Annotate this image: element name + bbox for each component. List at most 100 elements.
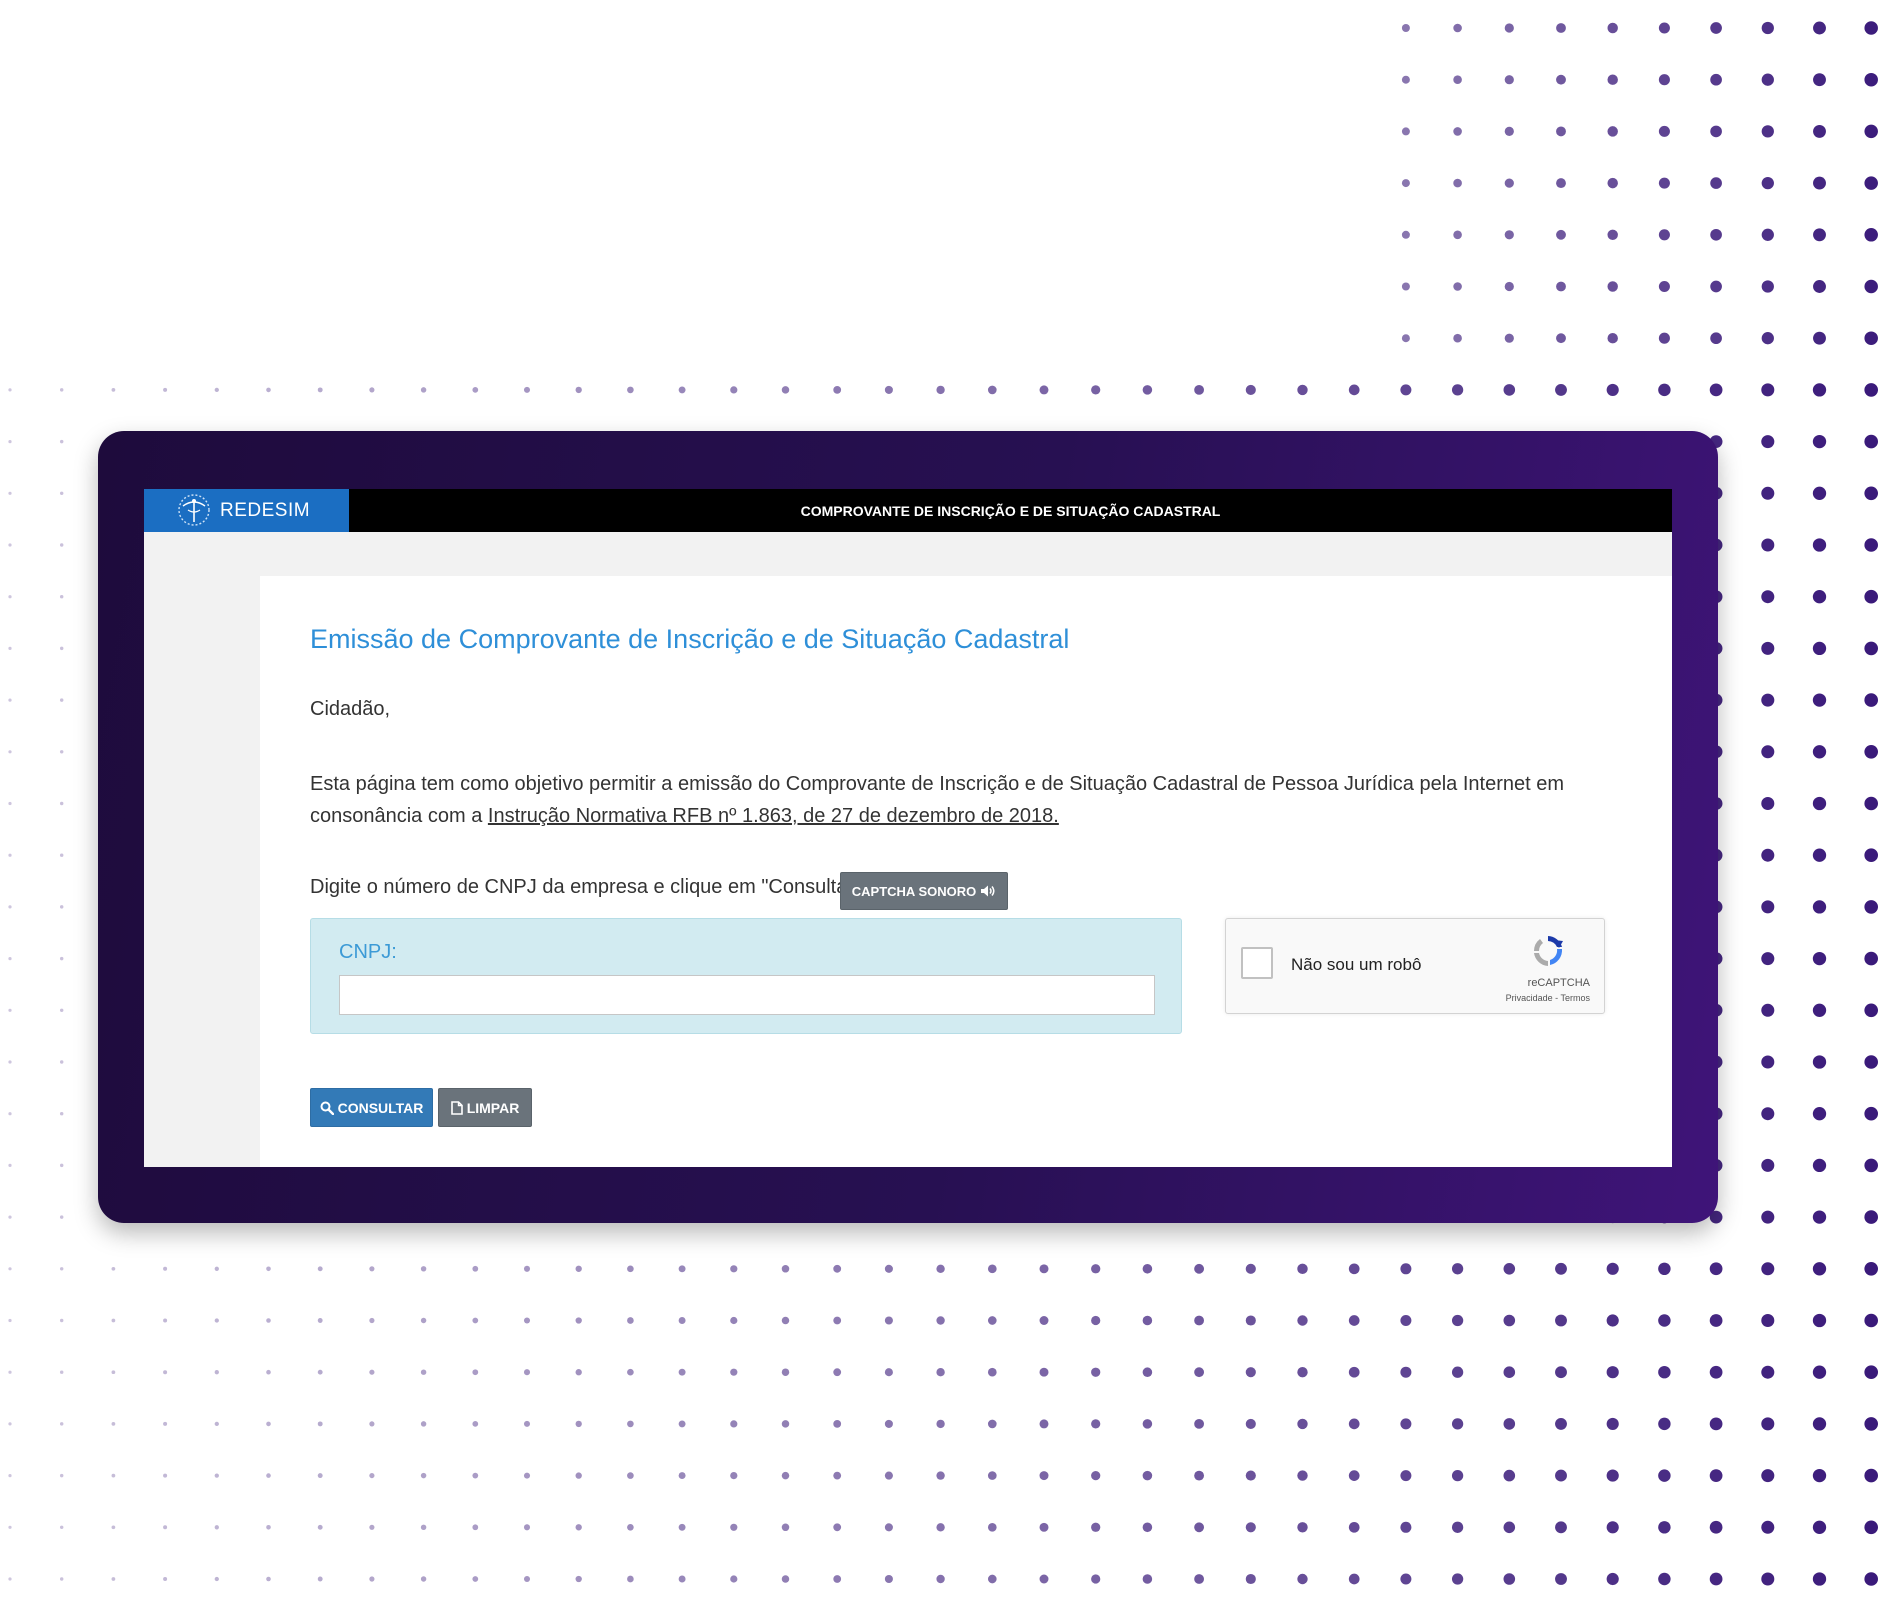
background-dot bbox=[266, 1369, 271, 1375]
background-dot bbox=[575, 1524, 582, 1531]
background-dot bbox=[1091, 1264, 1101, 1274]
background-dot bbox=[1864, 693, 1878, 707]
background-dot bbox=[59, 1111, 64, 1116]
background-dot bbox=[1864, 538, 1878, 552]
limpar-button[interactable]: LIMPAR bbox=[438, 1088, 532, 1127]
recaptcha-checkbox[interactable] bbox=[1241, 947, 1273, 979]
background-dot bbox=[1761, 745, 1775, 759]
background-dot bbox=[8, 646, 12, 651]
background-dot bbox=[1142, 1574, 1153, 1584]
browser-screen: REDESIM COMPROVANTE DE INSCRIÇÃO E DE SI… bbox=[144, 489, 1672, 1167]
background-dot bbox=[1245, 1315, 1256, 1326]
background-dot bbox=[1658, 1262, 1671, 1276]
background-dot bbox=[1607, 74, 1618, 85]
background-dot bbox=[1864, 589, 1878, 604]
background-dot bbox=[420, 1266, 427, 1272]
background-dot bbox=[1194, 1522, 1205, 1533]
background-dot bbox=[266, 1266, 271, 1272]
background-dot bbox=[1142, 1470, 1153, 1481]
background-dot bbox=[369, 1524, 375, 1530]
background-dot bbox=[1245, 1418, 1256, 1429]
speaker-icon bbox=[981, 885, 995, 897]
recaptcha-logo-icon bbox=[1534, 936, 1563, 966]
background-dot bbox=[1606, 1262, 1619, 1275]
background-dot bbox=[1812, 848, 1827, 862]
background-dot bbox=[1709, 1262, 1723, 1276]
background-dot bbox=[163, 1421, 168, 1426]
background-dot bbox=[1813, 21, 1826, 35]
background-dot bbox=[1812, 1468, 1827, 1483]
background-dot bbox=[781, 1316, 790, 1325]
background-dot bbox=[1556, 333, 1566, 344]
background-dot bbox=[1761, 486, 1775, 500]
background-dot bbox=[111, 1525, 116, 1530]
consultar-button[interactable]: CONSULTAR bbox=[310, 1088, 433, 1127]
background-dot bbox=[369, 1317, 375, 1324]
background-dot bbox=[1864, 72, 1878, 87]
brand-logo[interactable]: REDESIM bbox=[144, 489, 349, 532]
background-dot bbox=[59, 1525, 64, 1530]
background-dot bbox=[1864, 1262, 1878, 1276]
recaptcha-links[interactable]: Privacidade - Termos bbox=[1506, 993, 1590, 1003]
background-dot bbox=[1761, 848, 1775, 862]
background-dot bbox=[1400, 1263, 1412, 1275]
background-dot bbox=[781, 1523, 790, 1532]
background-dot bbox=[1812, 1572, 1827, 1586]
background-dot bbox=[59, 956, 64, 961]
background-dot bbox=[420, 1317, 427, 1324]
background-dot bbox=[1401, 230, 1410, 239]
background-dot bbox=[369, 1421, 375, 1427]
background-dot bbox=[884, 1368, 893, 1377]
background-dot bbox=[730, 1471, 738, 1480]
background-dot bbox=[781, 1471, 790, 1480]
background-dot bbox=[1451, 1573, 1464, 1585]
normative-instruction-link[interactable]: Instrução Normativa RFB nº 1.863, de 27 … bbox=[488, 805, 1059, 827]
background-dot bbox=[1400, 1521, 1412, 1533]
background-dot bbox=[1348, 1573, 1360, 1585]
audio-captcha-button[interactable]: CAPTCHA SONORO bbox=[840, 872, 1008, 910]
background-dot bbox=[1556, 126, 1566, 137]
background-dot bbox=[730, 1575, 738, 1583]
background-dot bbox=[1504, 126, 1514, 137]
background-dot bbox=[730, 1316, 738, 1325]
background-dot bbox=[266, 1576, 271, 1582]
background-dot bbox=[1606, 1417, 1619, 1430]
background-dot bbox=[1761, 1520, 1775, 1534]
background-dot bbox=[317, 387, 323, 393]
background-dot bbox=[1864, 124, 1878, 139]
background-dot bbox=[1400, 1573, 1412, 1585]
background-dot bbox=[575, 1317, 582, 1324]
greeting-text: Cidadão, bbox=[310, 698, 391, 720]
background-dot bbox=[8, 1525, 12, 1529]
background-dot bbox=[1606, 1521, 1619, 1534]
background-dot bbox=[8, 1163, 12, 1167]
background-dot bbox=[214, 1318, 219, 1323]
background-dot bbox=[1503, 384, 1516, 396]
background-dot bbox=[1453, 333, 1462, 343]
background-dot bbox=[1658, 332, 1670, 344]
cnpj-input[interactable] bbox=[339, 975, 1155, 1015]
background-dot bbox=[1812, 641, 1827, 656]
background-dot bbox=[1658, 1572, 1671, 1586]
background-dot bbox=[1297, 1367, 1308, 1378]
instruction-text: Digite o número de CNPJ da empresa e cli… bbox=[310, 876, 867, 898]
background-dot bbox=[59, 801, 64, 806]
background-dot bbox=[1761, 1469, 1775, 1483]
background-dot bbox=[266, 1318, 271, 1323]
background-dot bbox=[1142, 385, 1153, 395]
content-panel: Emissão de Comprovante de Inscrição e de… bbox=[260, 576, 1672, 1167]
background-dot bbox=[523, 1317, 531, 1324]
background-dot bbox=[1864, 745, 1878, 759]
background-dot bbox=[1761, 280, 1774, 293]
background-dot bbox=[1710, 332, 1722, 345]
background-dot bbox=[1039, 1316, 1049, 1325]
background-dot bbox=[987, 1419, 997, 1429]
background-dot bbox=[1504, 230, 1514, 240]
background-dot bbox=[678, 1368, 686, 1376]
background-dot bbox=[59, 1318, 64, 1323]
page-title: Emissão de Comprovante de Inscrição e de… bbox=[310, 624, 1070, 654]
background-dot bbox=[111, 1577, 116, 1581]
background-dot bbox=[1864, 228, 1878, 242]
background-dot bbox=[833, 1316, 842, 1325]
background-dot bbox=[1194, 1315, 1205, 1326]
